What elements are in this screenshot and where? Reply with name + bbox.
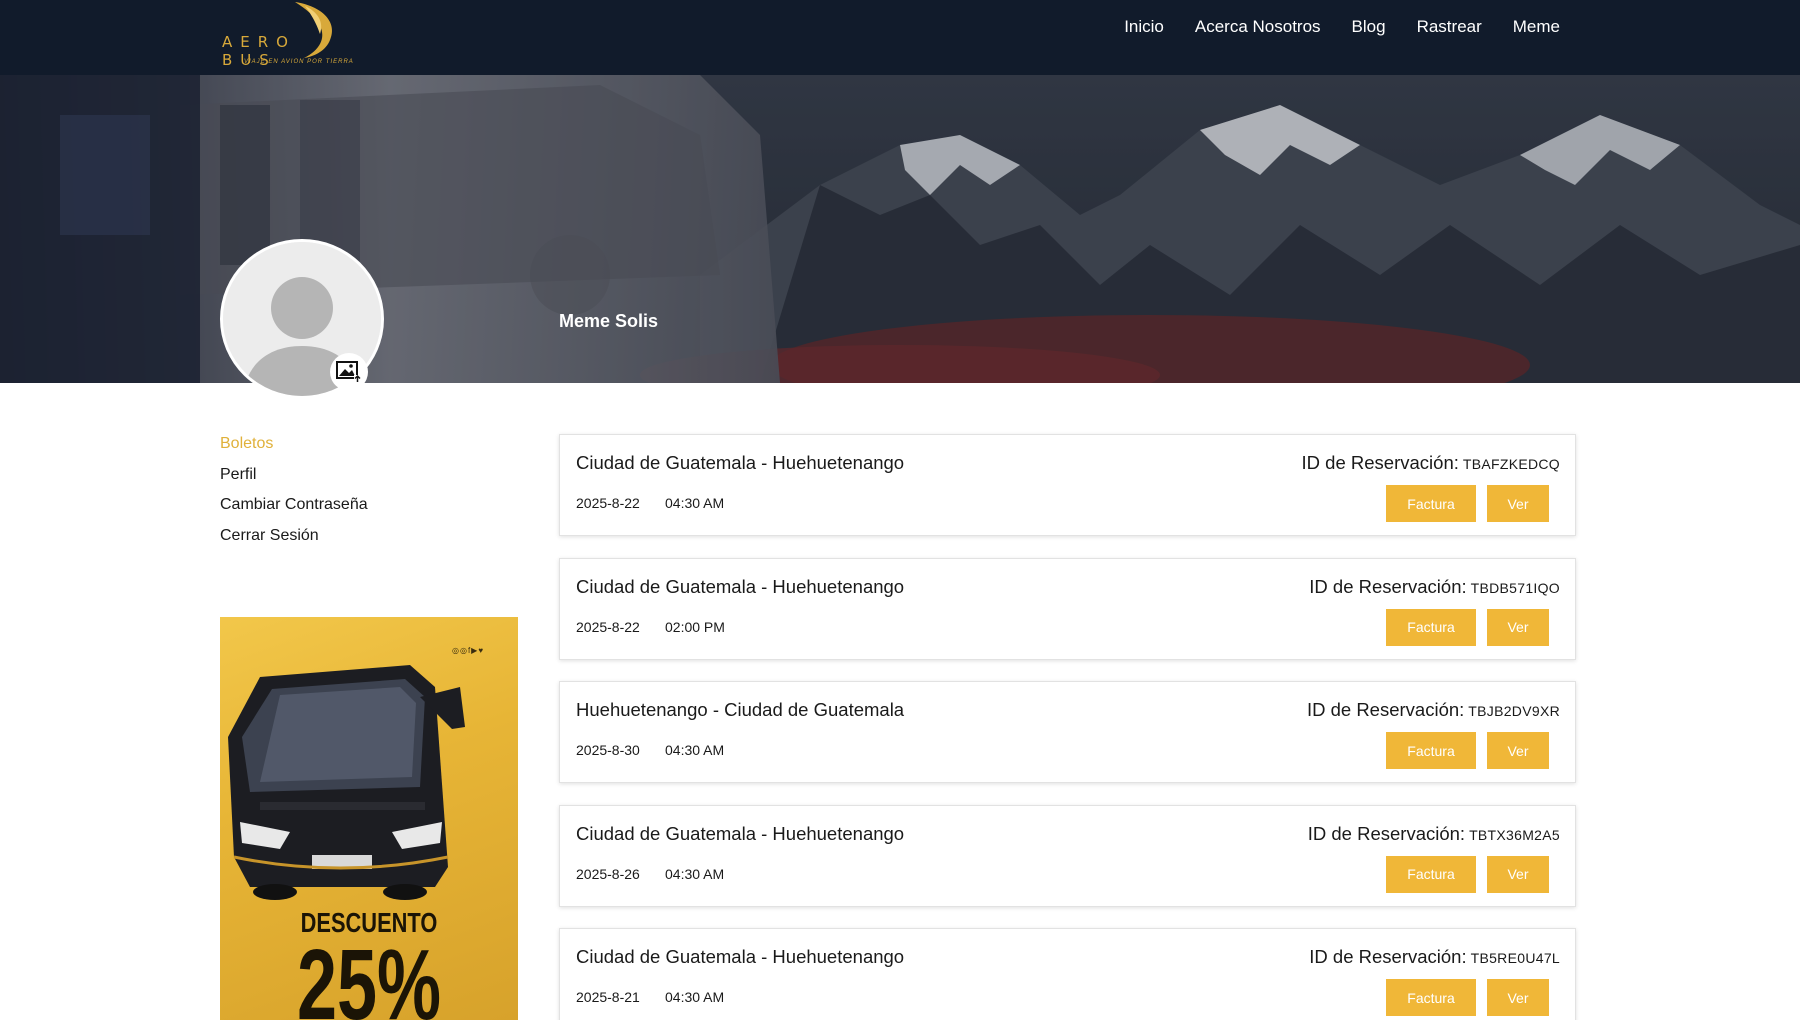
invoice-button[interactable]: Factura bbox=[1386, 485, 1476, 522]
promo-social-icons: ◎◎f▶♥ bbox=[452, 646, 485, 655]
ticket-date: 2025-8-22 bbox=[576, 495, 640, 511]
ticket-time: 02:00 PM bbox=[665, 618, 725, 635]
reservation-id-label: ID de Reservación: bbox=[1309, 946, 1467, 967]
invoice-button[interactable]: Factura bbox=[1386, 608, 1476, 646]
logo-tagline: VIAJE EN AVION POR TIERRA bbox=[244, 59, 354, 65]
ticket-date: 2025-8-26 bbox=[576, 865, 640, 882]
reservation-code: TBJB2DV9XR bbox=[1468, 703, 1560, 719]
sidebar-item-cambiar-contrasena[interactable]: Cambiar Contraseña bbox=[220, 495, 368, 526]
ticket-actions: Factura Ver bbox=[1386, 485, 1549, 522]
ticket-date: 2025-8-21 bbox=[576, 989, 640, 1005]
ticket-actions: Factura Ver bbox=[1386, 608, 1549, 646]
ticket-time: 04:30 AM bbox=[665, 989, 725, 1005]
reservation-id-label: ID de Reservación: bbox=[1301, 452, 1459, 473]
ticket-card: Ciudad de Guatemala - Huehuetenango 2025… bbox=[559, 928, 1576, 1020]
view-button[interactable]: Ver bbox=[1487, 485, 1549, 522]
promo-discount: 25% bbox=[296, 929, 442, 1020]
reservation-id-label: ID de Reservación: bbox=[1307, 822, 1466, 844]
ticket-route: Huehuetenango - Ciudad de Guatemala bbox=[576, 699, 905, 720]
ticket-reservation-id: ID de Reservación: TBJB2DV9XR bbox=[1307, 699, 1560, 721]
ticket-time: 04:30 AM bbox=[665, 865, 725, 882]
ticket-reservation-id: ID de Reservación: TBDB571IQO bbox=[1309, 576, 1560, 598]
view-button[interactable]: Ver bbox=[1487, 732, 1549, 769]
image-upload-icon bbox=[336, 361, 361, 382]
nav-inicio[interactable]: Inicio bbox=[1124, 17, 1164, 37]
nav-user-menu[interactable]: Meme bbox=[1513, 17, 1560, 37]
ticket-actions: Factura Ver bbox=[1386, 732, 1549, 769]
ticket-actions: Factura Ver bbox=[1386, 855, 1549, 893]
aerobus-logo[interactable]: AEROBUS VIAJE EN AVION POR TIERRA bbox=[220, 0, 400, 70]
invoice-button[interactable]: Factura bbox=[1386, 979, 1476, 1016]
ticket-card: Ciudad de Guatemala - Huehuetenango 2025… bbox=[559, 804, 1576, 907]
reservation-code: TBAFZKEDCQ bbox=[1462, 456, 1560, 472]
ticket-route: Ciudad de Guatemala - Huehuetenango bbox=[576, 946, 905, 967]
profile-name: Meme Solis bbox=[559, 311, 659, 331]
main-nav: Inicio Acerca Nosotros Blog Rastrear Mem… bbox=[1124, 17, 1560, 37]
ticket-card: Huehuetenango - Ciudad de Guatemala 2025… bbox=[559, 681, 1576, 783]
ticket-actions: Factura Ver bbox=[1386, 979, 1549, 1016]
ticket-date: 2025-8-30 bbox=[576, 742, 640, 758]
nav-blog[interactable]: Blog bbox=[1352, 17, 1386, 37]
sidebar-item-perfil[interactable]: Perfil bbox=[220, 465, 368, 496]
ticket-card: Ciudad de Guatemala - Huehuetenango 2025… bbox=[559, 557, 1576, 660]
ticket-route: Ciudad de Guatemala - Huehuetenango bbox=[576, 452, 905, 473]
ticket-date: 2025-8-22 bbox=[576, 618, 640, 635]
avatar-upload-button[interactable] bbox=[330, 353, 368, 391]
invoice-button[interactable]: Factura bbox=[1386, 732, 1476, 769]
promo-banner[interactable]: ◎◎f▶♥ DESCUENTO 25% bbox=[220, 617, 518, 1020]
reservation-code: TBTX36M2A5 bbox=[1469, 826, 1560, 843]
reservation-id-label: ID de Reservación: bbox=[1309, 575, 1467, 597]
sidebar-item-boletos[interactable]: Boletos bbox=[220, 434, 368, 465]
navbar: AEROBUS VIAJE EN AVION POR TIERRA Inicio… bbox=[0, 0, 1800, 75]
invoice-button[interactable]: Factura bbox=[1386, 855, 1476, 893]
reservation-id-label: ID de Reservación: bbox=[1306, 699, 1465, 720]
view-button[interactable]: Ver bbox=[1487, 608, 1549, 646]
ticket-route: Ciudad de Guatemala - Huehuetenango bbox=[576, 822, 905, 844]
view-button[interactable]: Ver bbox=[1487, 855, 1549, 893]
ticket-reservation-id: ID de Reservación: TBTX36M2A5 bbox=[1308, 823, 1560, 845]
ticket-route: Ciudad de Guatemala - Huehuetenango bbox=[576, 575, 905, 597]
ticket-reservation-id: ID de Reservación: TBAFZKEDCQ bbox=[1302, 452, 1560, 474]
ticket-time: 04:30 AM bbox=[665, 495, 725, 511]
ticket-reservation-id: ID de Reservación: TB5RE0U47L bbox=[1309, 946, 1560, 968]
tickets-list: Ciudad de Guatemala - Huehuetenango 2025… bbox=[559, 434, 1576, 1020]
sidebar-item-cerrar-sesion[interactable]: Cerrar Sesión bbox=[220, 526, 368, 557]
nav-acerca-nosotros[interactable]: Acerca Nosotros bbox=[1195, 17, 1321, 37]
reservation-code: TBDB571IQO bbox=[1470, 579, 1560, 596]
ticket-card: Ciudad de Guatemala - Huehuetenango 2025… bbox=[559, 434, 1576, 536]
ticket-time: 04:30 AM bbox=[665, 742, 725, 758]
view-button[interactable]: Ver bbox=[1487, 979, 1549, 1016]
account-sidebar: Boletos Perfil Cambiar Contraseña Cerrar… bbox=[220, 434, 368, 556]
nav-rastrear[interactable]: Rastrear bbox=[1417, 17, 1482, 37]
reservation-code: TB5RE0U47L bbox=[1470, 950, 1560, 966]
